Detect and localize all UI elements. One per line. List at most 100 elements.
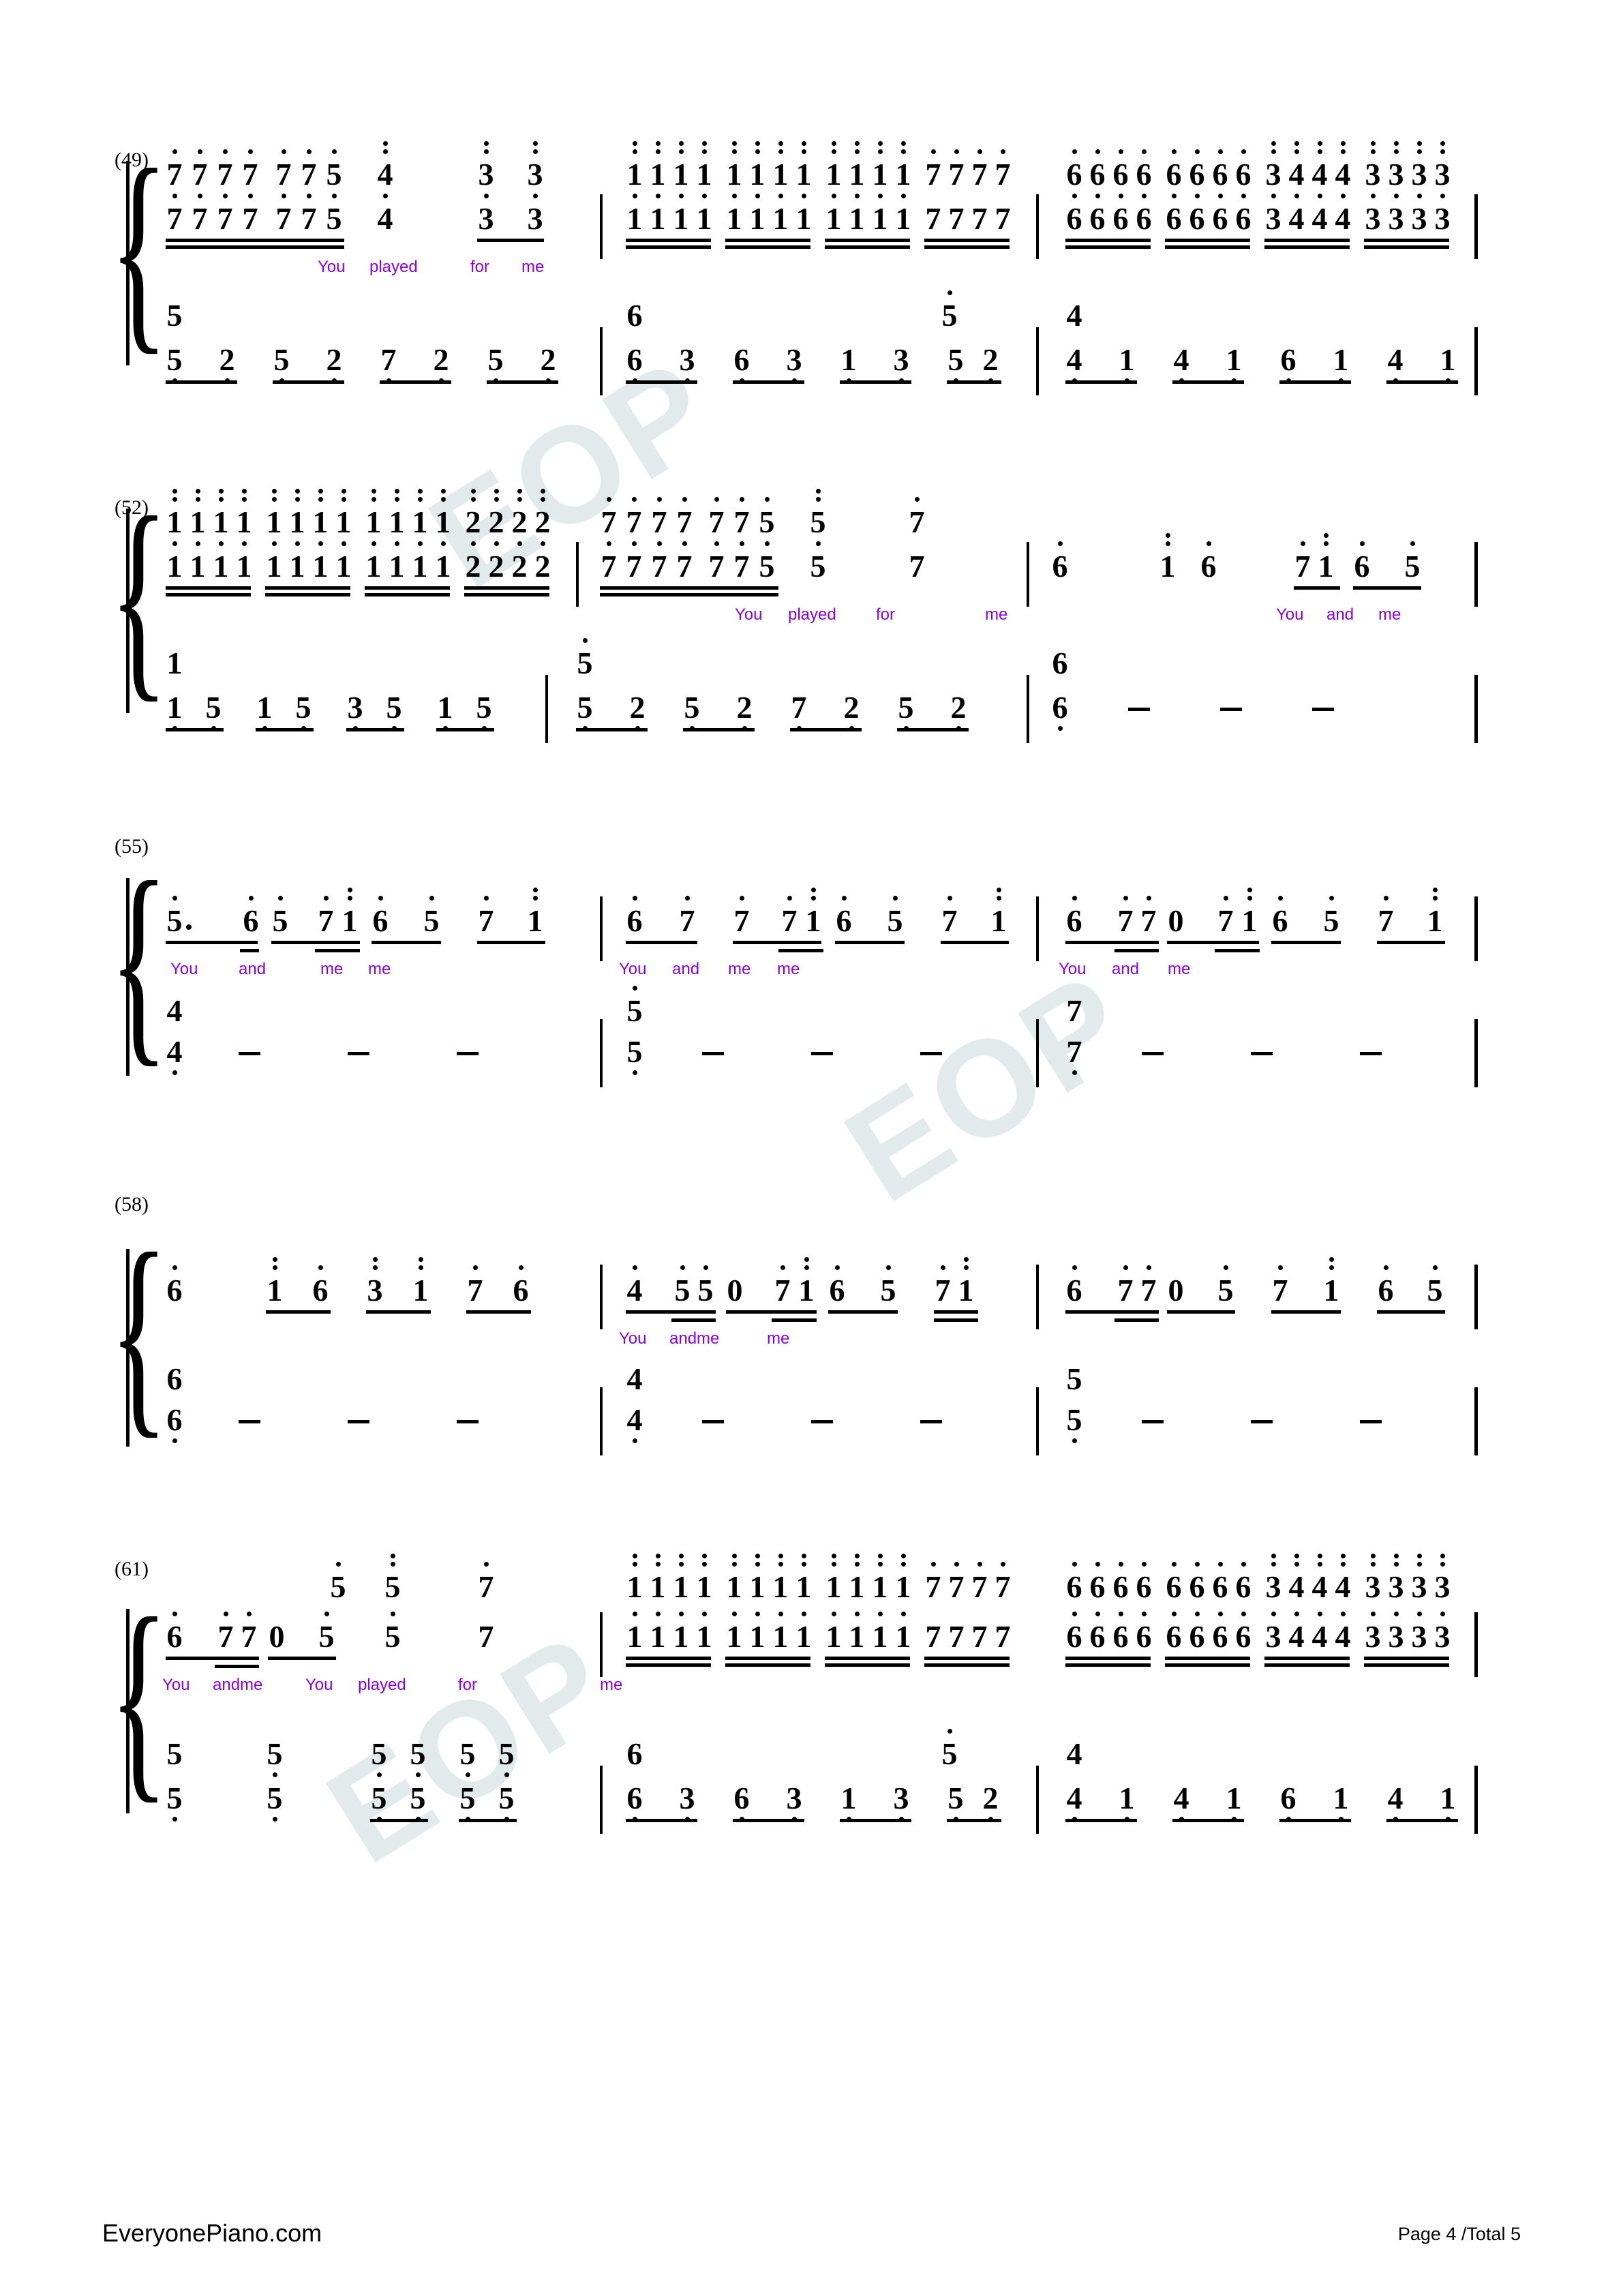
beam — [1377, 1310, 1445, 1314]
note: 7 — [934, 1265, 952, 1306]
lyric-syllable: me — [600, 1676, 623, 1694]
note: 4 — [166, 993, 183, 1028]
note: 1 — [840, 1783, 858, 1822]
beam — [733, 1819, 804, 1822]
note: 6 — [1065, 1612, 1083, 1652]
note: 5 — [294, 692, 312, 731]
note: 7 — [600, 497, 618, 538]
note: 7 — [1065, 1036, 1083, 1075]
beam — [1167, 1310, 1235, 1314]
hold-dash — [1220, 708, 1242, 711]
watermark-eop-2: EOP — [821, 943, 1156, 1231]
note: 0 — [269, 1619, 285, 1654]
note: 5 — [1404, 541, 1421, 582]
note: 1 — [365, 541, 382, 582]
note: 6 — [626, 1736, 643, 1771]
note: 5 — [329, 1562, 347, 1603]
note: 5 — [475, 692, 493, 731]
measure-barline — [1027, 675, 1029, 743]
beam — [947, 1819, 1001, 1822]
lyric-syllable: me — [1168, 960, 1191, 978]
note: 1 — [256, 692, 273, 731]
note: 6 — [1279, 1783, 1297, 1822]
note: 7 — [678, 896, 696, 937]
note: 1 — [166, 489, 183, 538]
beam — [1364, 1657, 1449, 1660]
beam — [1364, 1663, 1449, 1667]
beam — [671, 1318, 716, 1322]
note: 1 — [434, 541, 452, 582]
note: 6 — [828, 1265, 846, 1306]
note: 7 — [708, 541, 725, 582]
note: 7 — [924, 1562, 942, 1603]
note: 7 — [1066, 993, 1082, 1028]
note: 6 — [1211, 1562, 1229, 1603]
note: 2 — [534, 489, 551, 538]
note: 7 — [1117, 1265, 1134, 1306]
note: 7 — [733, 896, 750, 937]
beam — [315, 949, 360, 952]
note: 1 — [335, 489, 352, 538]
note: 1 — [649, 1612, 667, 1652]
hold-dash — [348, 1052, 369, 1055]
note: 1 — [626, 1612, 643, 1652]
note: 0 — [727, 1273, 743, 1308]
note: 1 — [804, 888, 822, 937]
beam — [366, 1310, 431, 1314]
beam — [166, 728, 224, 731]
lyric-syllable: You — [619, 1329, 647, 1348]
beam — [1165, 1663, 1250, 1667]
beam — [790, 728, 862, 731]
note: 1 — [825, 1612, 843, 1652]
note: 7 — [317, 896, 335, 937]
measure-barline — [1036, 896, 1039, 961]
note: 5 — [409, 1738, 427, 1777]
note: 4 — [1311, 1554, 1329, 1603]
hold-dash — [702, 1420, 724, 1423]
lyric-syllable: You — [735, 605, 763, 624]
beam — [477, 941, 545, 944]
hold-dash — [239, 1420, 260, 1423]
note: 4 — [1334, 1554, 1352, 1603]
beam — [683, 728, 755, 731]
system-brace: { — [109, 836, 169, 1085]
note: 1 — [695, 1612, 713, 1652]
beam — [166, 941, 258, 944]
note: 6 — [166, 1404, 183, 1443]
note: 7 — [948, 1619, 965, 1654]
note: 1 — [748, 1554, 766, 1603]
note: 6 — [1200, 541, 1217, 582]
note: 6 — [1188, 1562, 1206, 1603]
note: 1 — [1332, 1783, 1350, 1822]
note: 4 — [1066, 1736, 1082, 1771]
note: 1 — [894, 1612, 912, 1652]
beam — [897, 728, 969, 731]
hold-dash — [1251, 1052, 1273, 1055]
note: 1 — [1317, 533, 1335, 582]
note: 7 — [780, 896, 798, 937]
lyric-syllable: played — [358, 1676, 406, 1694]
system-end-barline — [1474, 1766, 1478, 1834]
note: 1 — [288, 541, 306, 582]
beam — [1264, 1663, 1350, 1667]
note: 4 — [166, 1036, 183, 1075]
hold-dash — [1360, 1052, 1382, 1055]
system-start-barline — [126, 1249, 130, 1447]
note: 1 — [1439, 1783, 1457, 1822]
note: 1 — [411, 541, 429, 582]
note: 1 — [341, 888, 359, 937]
note: 1 — [388, 489, 406, 538]
measure-barline — [1036, 1387, 1039, 1455]
note: 5 — [166, 1736, 183, 1771]
note: 2 — [950, 692, 967, 731]
beam — [1167, 941, 1259, 944]
note: 1 — [166, 541, 183, 582]
note: 6 — [166, 1265, 183, 1306]
beam — [924, 1657, 1010, 1660]
note: 5 — [576, 638, 594, 679]
note: 7 — [600, 541, 618, 582]
note: 6 — [312, 1265, 329, 1306]
beam — [365, 593, 450, 596]
lyric-syllable: andme — [669, 1329, 720, 1348]
note: 1 — [772, 1554, 789, 1603]
